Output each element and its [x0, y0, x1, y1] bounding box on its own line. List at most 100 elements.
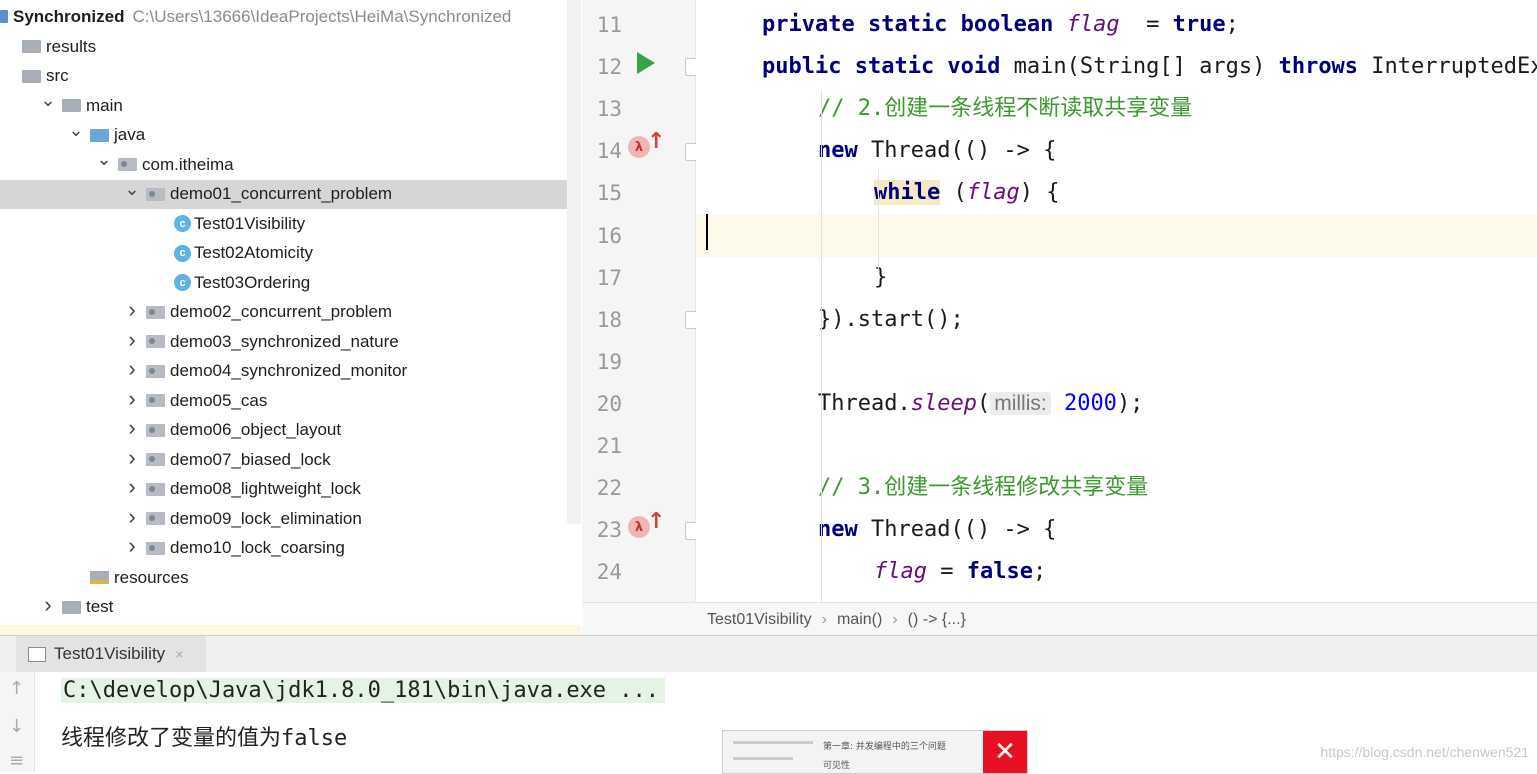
line-number: 15	[596, 181, 622, 206]
code-line: flag = false;	[696, 551, 1537, 593]
code-token: sleep	[910, 390, 977, 416]
run-icon[interactable]	[637, 52, 655, 74]
arrow-up-icon[interactable]: ↑	[9, 678, 24, 699]
chevron-right-icon[interactable]: ›	[124, 386, 140, 412]
tree-item[interactable]: › test	[0, 592, 581, 622]
close-icon[interactable]: ✕	[983, 731, 1027, 773]
tree-item-label: demo02_concurrent_problem	[170, 302, 393, 321]
line-number: 12	[596, 55, 622, 80]
code-token: // 2.创建一条线程不断读取共享变量	[818, 96, 1193, 122]
line-number: 19	[596, 349, 622, 374]
tree-item[interactable]: results	[0, 32, 581, 61]
code-editor[interactable]: private static boolean flag = true; publi…	[696, 0, 1537, 602]
tree-item-label: Test03Ordering	[194, 272, 311, 292]
package-icon	[146, 482, 165, 496]
code-line: private static boolean flag = true;	[696, 4, 1537, 46]
chevron-right-icon[interactable]: ›	[124, 533, 140, 559]
code-token: ;	[1225, 12, 1239, 37]
chevron-right-icon[interactable]: ›	[124, 356, 140, 382]
breadcrumb-item-method[interactable]: main()	[837, 611, 882, 629]
breadcrumb-item-class[interactable]: Test01Visibility	[707, 611, 812, 629]
class-icon: c	[174, 215, 191, 232]
code-token: public static void	[762, 54, 1014, 80]
text-caret	[706, 214, 708, 250]
tree-item[interactable]: c Test03Ordering	[0, 268, 581, 297]
package-icon	[146, 394, 165, 407]
chevron-right-icon[interactable]: ›	[124, 415, 140, 441]
line-number: 22	[596, 476, 622, 501]
class-icon: c	[174, 244, 191, 262]
tree-item[interactable]: resources	[0, 563, 581, 592]
chevron-down-icon[interactable]: ⌄	[40, 90, 56, 111]
tree-item[interactable]: › demo03_synchronized_nature	[0, 327, 581, 356]
breadcrumb-item-lambda[interactable]: () -> {...}	[908, 611, 966, 629]
folder-icon	[62, 600, 81, 614]
tree-item[interactable]: ⌄ demo01_concurrent_problem	[0, 179, 581, 209]
tree-item[interactable]: › demo08_lightweight_lock	[0, 474, 581, 504]
chevron-right-icon[interactable]: ›	[124, 474, 140, 500]
chevron-down-icon[interactable]: ⌄	[68, 120, 84, 141]
code-token: false	[966, 559, 1033, 585]
code-token: );	[1116, 390, 1144, 416]
line-number: 23	[596, 518, 622, 543]
package-icon	[146, 512, 165, 525]
chevron-right-icon[interactable]: ›	[124, 445, 140, 471]
chevron-right-icon[interactable]: ›	[124, 327, 140, 353]
folder-icon	[22, 40, 41, 53]
code-token: // 3.创建一条线程修改共享变量	[818, 475, 1149, 501]
indent-guide	[878, 170, 879, 270]
code-token: (	[940, 180, 967, 206]
breadcrumb: Test01Visibility › main() › () -> {...}	[582, 602, 1537, 636]
tree-item[interactable]: › demo02_concurrent_problem	[0, 297, 581, 327]
tree-item-label: demo01_concurrent_problem	[170, 184, 393, 203]
tree-item[interactable]: › demo06_object_layout	[0, 415, 581, 445]
package-icon	[146, 335, 165, 348]
tree-item[interactable]: › demo04_synchronized_monitor	[0, 356, 581, 386]
run-sidebar: ↑ ↓ ≡	[0, 672, 35, 772]
code-line: new Thread(() -> {	[696, 509, 1537, 551]
code-token: throws	[1278, 54, 1372, 80]
tree-item[interactable]: c Test02Atomicity	[0, 239, 581, 268]
wrap-icon[interactable]: ≡	[9, 750, 24, 771]
tree-item[interactable]: ⌄ java	[0, 120, 581, 150]
tree-item[interactable]: src	[0, 62, 581, 91]
code-token: ) {	[1019, 180, 1060, 206]
folder-icon	[22, 69, 41, 83]
tree-item-label: Test02Atomicity	[194, 243, 314, 262]
tree-item-label: com.itheima	[142, 154, 234, 174]
tree-item[interactable]: › demo07_biased_lock	[0, 445, 581, 474]
tree-item-label: demo09_lock_elimination	[170, 508, 362, 528]
arrow-down-icon[interactable]: ↓	[9, 716, 24, 737]
code-token: Thread(() -> {	[870, 138, 1057, 164]
close-icon[interactable]: ×	[175, 646, 183, 662]
editor-gutter: 11 12 13 14 15 16 17 18 19 20 21 22 23 24 λ ↑ λ ↑	[582, 0, 703, 602]
tree-scrollbar[interactable]	[567, 0, 581, 524]
indent-guide	[821, 90, 822, 602]
window-preview-thumbnail[interactable]: 第一章: 并发编程中的三个问题 可见性 ✕	[722, 730, 1028, 774]
tree-item[interactable]: ⌄ main	[0, 90, 581, 120]
tree-item[interactable]: ⌄ com.itheima	[0, 149, 581, 179]
preview-line	[733, 757, 793, 760]
tab-run-test01visibility[interactable]: Test01Visibility ×	[16, 636, 206, 672]
code-token: InterruptedException	[1371, 54, 1537, 80]
console-output-line: 线程修改了变量的值为false	[61, 726, 348, 751]
chevron-down-icon[interactable]: ⌄	[96, 149, 112, 170]
tree-item-label: test	[86, 597, 114, 616]
tree-item[interactable]: › demo05_cas	[0, 386, 581, 415]
line-number: 21	[596, 434, 622, 458]
project-root[interactable]: Synchronized C:\Users\13666\IdeaProjects…	[0, 2, 581, 31]
chevron-down-icon[interactable]: ⌄	[124, 179, 140, 200]
tree-item-label: demo03_synchronized_nature	[170, 331, 399, 351]
package-icon	[118, 158, 137, 171]
tree-item[interactable]: › demo10_lock_coarsing	[0, 533, 581, 563]
chevron-right-icon[interactable]: ›	[40, 592, 56, 618]
tree-item[interactable]: c Test01Visibility	[0, 209, 581, 238]
code-token: 2000	[1050, 390, 1117, 416]
tree-item[interactable]: › demo09_lock_elimination	[0, 504, 581, 533]
chevron-right-icon[interactable]: ›	[124, 504, 140, 530]
code-line: }).start();	[696, 299, 1537, 341]
tree-item-label: demo06_object_layout	[170, 420, 342, 439]
chevron-right-icon[interactable]: ›	[124, 297, 140, 323]
tree-item-label: demo05_cas	[170, 390, 268, 410]
